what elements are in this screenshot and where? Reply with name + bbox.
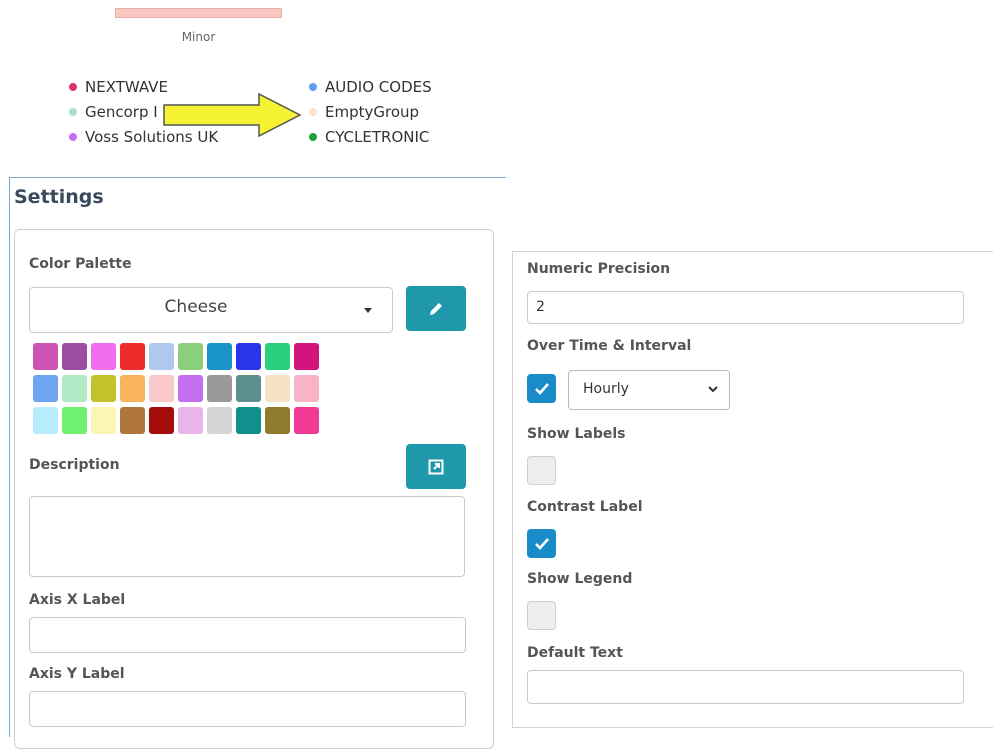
legend-dot <box>69 132 77 141</box>
palette-swatch <box>178 407 203 434</box>
palette-swatch <box>62 375 87 402</box>
palette-swatch <box>91 407 116 434</box>
palette-swatch <box>265 407 290 434</box>
contrast-label-checkbox[interactable] <box>527 529 556 558</box>
expand-icon <box>428 459 444 474</box>
palette-swatch <box>62 407 87 434</box>
palette-swatch <box>91 343 116 370</box>
numeric-precision-input[interactable]: 2 <box>527 291 964 324</box>
over-time-label: Over Time & Interval <box>527 338 692 354</box>
checkmark-icon <box>534 382 549 395</box>
palette-swatch <box>207 375 232 402</box>
legend-item[interactable]: CYCLETRONIC <box>309 124 432 149</box>
palette-swatch <box>236 407 261 434</box>
palette-swatch <box>236 343 261 370</box>
legend-dot <box>69 107 77 116</box>
show-labels-label: Show Labels <box>527 426 626 442</box>
axis-y-input[interactable] <box>29 691 466 727</box>
palette-swatch <box>120 343 145 370</box>
palette-swatch <box>207 407 232 434</box>
palette-swatch <box>207 343 232 370</box>
palette-swatch <box>236 375 261 402</box>
palette-swatch <box>33 407 58 434</box>
palette-swatch <box>265 343 290 370</box>
legend-label: AUDIO CODES <box>325 77 432 96</box>
palette-swatch <box>149 375 174 402</box>
color-palette-select[interactable]: Cheese <box>29 287 393 333</box>
show-labels-checkbox[interactable] <box>527 456 556 485</box>
show-legend-checkbox[interactable] <box>527 601 556 630</box>
minor-bar <box>115 8 282 18</box>
palette-swatch <box>294 375 319 402</box>
yellow-arrow-annotation <box>163 92 302 138</box>
over-time-checkbox[interactable] <box>527 374 556 403</box>
legend-label: Gencorp I <box>85 102 158 121</box>
arrow-shape <box>163 92 302 138</box>
palette-swatch <box>33 343 58 370</box>
legend-label: NEXTWAVE <box>85 77 168 96</box>
palette-swatch <box>265 375 290 402</box>
contrast-label-label: Contrast Label <box>527 499 643 515</box>
palette-swatches <box>33 343 319 434</box>
minor-bar-label: Minor <box>181 30 216 44</box>
interval-value: Hourly <box>583 381 629 397</box>
description-textarea[interactable] <box>29 496 465 577</box>
legend-item[interactable]: EmptyGroup <box>309 99 432 124</box>
default-text-input[interactable] <box>527 670 964 704</box>
legend-label: EmptyGroup <box>325 102 420 121</box>
legend-item[interactable]: AUDIO CODES <box>309 74 432 99</box>
settings-title: Settings <box>14 186 104 208</box>
palette-swatch <box>294 343 319 370</box>
color-palette-label: Color Palette <box>29 256 132 272</box>
chevron-down-icon <box>708 386 718 393</box>
axis-y-label: Axis Y Label <box>29 666 125 682</box>
default-text-label: Default Text <box>527 645 623 661</box>
palette-swatch <box>178 343 203 370</box>
expand-description-button[interactable] <box>406 444 466 489</box>
show-legend-label: Show Legend <box>527 571 633 587</box>
pencil-icon <box>430 302 442 315</box>
axis-x-label: Axis X Label <box>29 592 126 608</box>
palette-swatch <box>62 343 87 370</box>
palette-swatch <box>91 375 116 402</box>
palette-swatch <box>294 407 319 434</box>
description-label: Description <box>29 457 120 473</box>
numeric-precision-label: Numeric Precision <box>527 261 671 277</box>
checkmark-icon <box>534 537 549 550</box>
legend-dot <box>309 107 317 116</box>
palette-swatch <box>178 375 203 402</box>
palette-swatch <box>120 375 145 402</box>
legend-label: CYCLETRONIC <box>325 127 430 146</box>
legend-dot <box>309 82 317 91</box>
interval-select[interactable]: Hourly <box>568 370 730 410</box>
axis-x-input[interactable] <box>29 617 466 653</box>
palette-swatch <box>149 407 174 434</box>
palette-swatch <box>120 407 145 434</box>
chevron-down-icon <box>364 308 372 313</box>
legend-dot <box>69 82 77 91</box>
palette-swatch <box>149 343 174 370</box>
edit-palette-button[interactable] <box>406 286 466 331</box>
legend-column-right: AUDIO CODES EmptyGroup CYCLETRONIC <box>309 74 432 149</box>
color-palette-value: Cheese <box>164 297 228 317</box>
palette-swatch <box>33 375 58 402</box>
legend-dot <box>309 132 317 141</box>
